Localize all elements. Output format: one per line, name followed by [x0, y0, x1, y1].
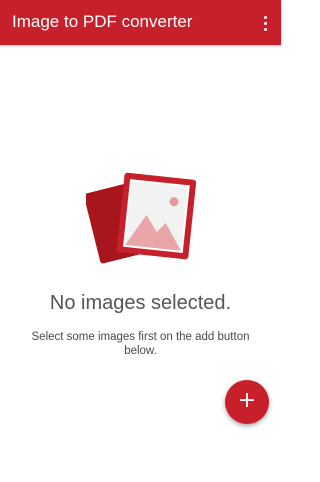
- overflow-menu-button[interactable]: [255, 10, 275, 36]
- more-vert-icon: [263, 15, 267, 19]
- empty-state-title: No images selected.: [49, 292, 232, 314]
- empty-state-subtitle: Select some images first on the add butt…: [31, 331, 250, 357]
- app-toolbar: Image to PDF converter: [0, 0, 281, 45]
- app-title: Image to PDF converter: [12, 12, 193, 31]
- plus-icon: +: [237, 388, 257, 413]
- image-stack-icon: [86, 172, 196, 264]
- add-images-button[interactable]: +: [225, 380, 269, 424]
- app-screen: Image to PDF converter No images selecte…: [0, 0, 281, 482]
